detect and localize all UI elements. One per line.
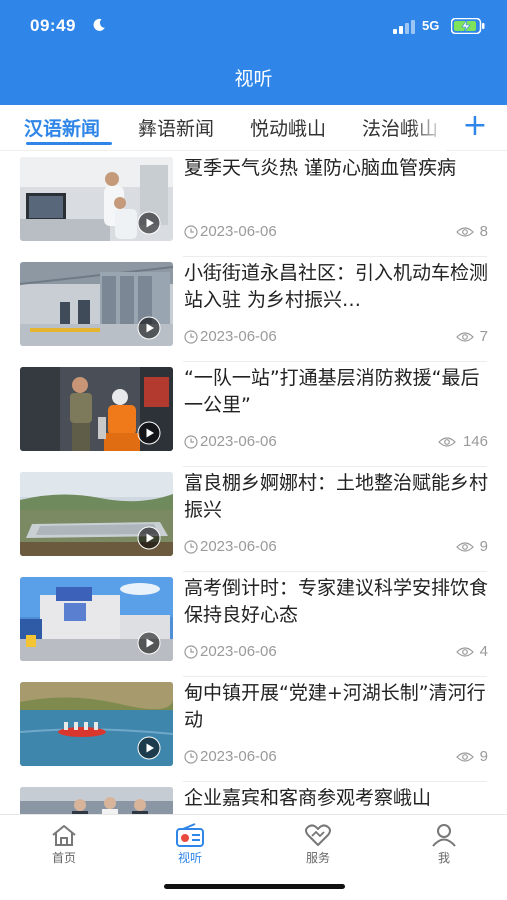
news-title: 甸中镇开展“党建+河湖长制”清河行动 (184, 682, 486, 731)
eye-icon (438, 437, 456, 447)
nav-home-label: 首页 (51, 851, 76, 865)
tab-yi-news[interactable]: 彝语新闻 (138, 114, 214, 141)
eye-icon (456, 542, 474, 552)
news-meta: 2023-06-06 8 (184, 223, 488, 241)
news-title: “一队一站”打通基层消防救援“最后一公里” (184, 367, 480, 416)
news-thumbnail (20, 157, 173, 241)
news-date: 2023-06-06 (200, 643, 277, 660)
play-icon (137, 316, 161, 340)
news-title: 夏季天气炎热 谨防心脑血管疾病 (184, 157, 457, 179)
news-item[interactable]: 甸中镇开展“党建+河湖长制”清河行动 2023-06-06 9 (0, 677, 507, 782)
page-title: 视听 (234, 68, 273, 90)
news-item[interactable]: “一队一站”打通基层消防救援“最后一公里” 2023-06-06 146 (0, 362, 507, 467)
nav-audiovisual[interactable]: 视听 (160, 823, 220, 873)
news-thumbnail (20, 262, 173, 346)
clock-icon (184, 435, 198, 449)
tab-fade (410, 105, 446, 151)
news-meta: 2023-06-06 9 (184, 538, 488, 556)
news-item[interactable]: 企业嘉宾和客商参观考察峨山 (0, 782, 507, 814)
news-thumbnail (20, 472, 173, 556)
news-item[interactable]: 富良棚乡婀娜村：土地整治赋能乡村振兴 2023-06-06 9 (0, 467, 507, 572)
battery-icon (451, 18, 485, 34)
eye-icon (456, 227, 474, 237)
news-meta: 2023-06-06 4 (184, 643, 488, 661)
header: 09:49 5G 视听 (0, 0, 507, 105)
signal-icon (393, 20, 415, 34)
status-bar: 09:49 5G (0, 0, 507, 50)
news-title: 高考倒计时：专家建议科学安排饮食 保持良好心态 (184, 577, 489, 626)
clock-icon (184, 225, 198, 239)
news-views: 146 (462, 433, 488, 450)
active-tab-indicator (26, 142, 112, 145)
nav-audiovisual-label: 视听 (177, 851, 202, 865)
news-views: 9 (479, 748, 488, 765)
news-meta: 2023-06-06 146 (184, 433, 488, 451)
play-icon (137, 631, 161, 655)
news-title: 富良棚乡婀娜村：土地整治赋能乡村振兴 (184, 472, 489, 521)
news-title: 小街街道永昌社区：引入机动车检测站入驻 为乡村振兴… (184, 262, 489, 311)
news-date: 2023-06-06 (200, 223, 277, 240)
eye-icon (456, 647, 474, 657)
news-thumbnail (20, 577, 173, 661)
nav-home[interactable]: 首页 (34, 823, 94, 873)
news-date: 2023-06-06 (200, 748, 277, 765)
news-list: 夏季天气炎热 谨防心脑血管疾病 2023-06-06 8 小街街道永昌社区：引入… (0, 152, 507, 814)
tab-yuedong-eshan[interactable]: 悦动峨山 (250, 114, 326, 141)
news-views: 8 (479, 223, 488, 240)
news-thumbnail (20, 367, 173, 451)
news-item[interactable]: 小街街道永昌社区：引入机动车检测站入驻 为乡村振兴… 2023-06-06 7 (0, 257, 507, 362)
news-views: 7 (479, 328, 488, 345)
radio-icon (176, 823, 204, 847)
clock-icon (184, 540, 198, 554)
user-icon (432, 824, 456, 847)
news-date: 2023-06-06 (200, 538, 277, 555)
nav-me[interactable]: 我 (414, 823, 474, 873)
eye-icon (456, 752, 474, 762)
nav-service-label: 服务 (305, 851, 330, 865)
service-heart-icon (305, 824, 331, 846)
moon-icon (93, 18, 105, 31)
home-indicator[interactable] (164, 884, 345, 889)
network-type: 5G (422, 18, 440, 33)
news-date: 2023-06-06 (200, 433, 277, 450)
news-title: 企业嘉宾和客商参观考察峨山 (184, 787, 432, 809)
news-views: 4 (479, 643, 488, 660)
nav-me-label: 我 (437, 851, 450, 865)
play-icon (137, 421, 161, 445)
news-item[interactable]: 高考倒计时：专家建议科学安排饮食 保持良好心态 2023-06-06 4 (0, 572, 507, 677)
news-views: 9 (479, 538, 488, 555)
play-icon (137, 526, 161, 550)
status-time: 09:49 (30, 16, 76, 35)
home-icon (52, 825, 76, 846)
clock-icon (184, 750, 198, 764)
nav-service[interactable]: 服务 (288, 823, 348, 873)
news-meta: 2023-06-06 7 (184, 328, 488, 346)
news-thumbnail (20, 682, 173, 766)
app-screen: 09:49 5G 视听 汉语新闻 彝语新闻 悦动峨山 法治峨山 + 夏季天气炎热… (0, 0, 507, 900)
news-thumbnail (20, 787, 173, 814)
news-item[interactable]: 夏季天气炎热 谨防心脑血管疾病 2023-06-06 8 (0, 152, 507, 257)
news-meta: 2023-06-06 9 (184, 748, 488, 766)
tab-chinese-news[interactable]: 汉语新闻 (24, 114, 100, 141)
clock-icon (184, 645, 198, 659)
play-icon (137, 211, 161, 235)
add-channel-button[interactable]: + (461, 108, 489, 144)
play-icon (137, 736, 161, 760)
clock-icon (184, 330, 198, 344)
eye-icon (456, 332, 474, 342)
news-date: 2023-06-06 (200, 328, 277, 345)
